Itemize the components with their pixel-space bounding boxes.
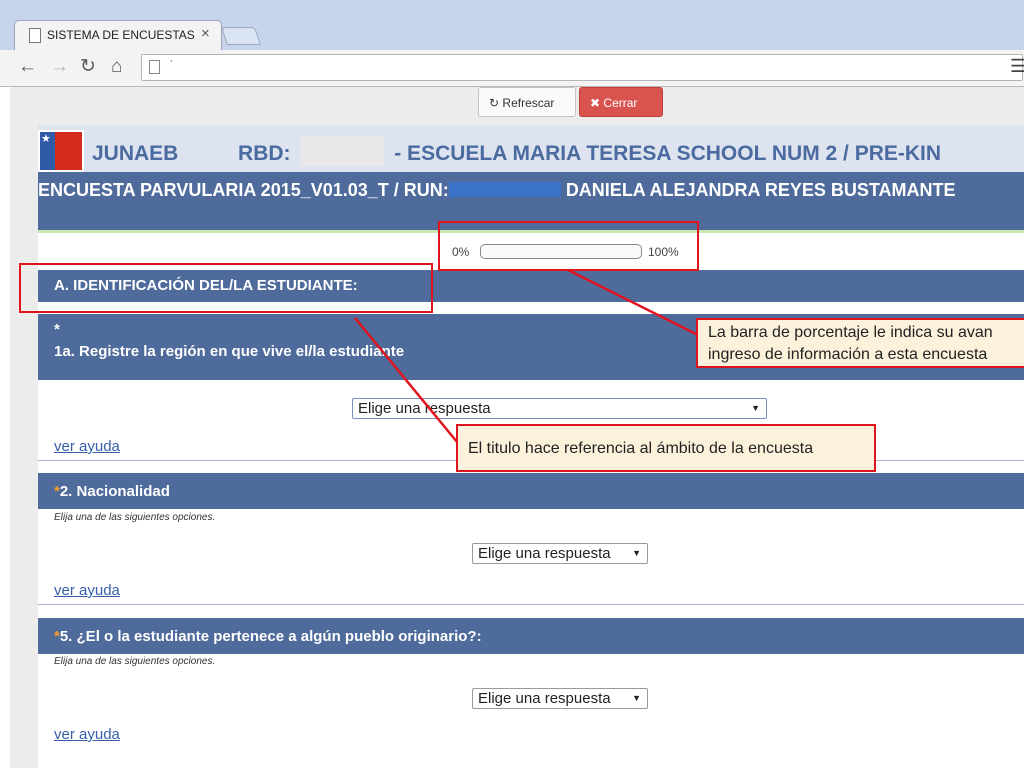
progress-callout-line-1: La barra de porcentaje le indica su avan	[708, 324, 993, 341]
title-callout-line	[354, 317, 463, 449]
title-callout: El titulo hace referencia al ámbito de l…	[456, 424, 876, 472]
progress-callout-line	[567, 268, 701, 338]
progress-callout: La barra de porcentaje le indica su avan…	[696, 318, 1024, 368]
annotation-lines	[354, 268, 701, 449]
title-callout-text: El titulo hace referencia al ámbito de l…	[468, 440, 814, 457]
progress-highlight-box	[438, 221, 699, 271]
section-highlight-box	[19, 263, 433, 313]
progress-callout-line-2: ingreso de información a esta encuesta	[708, 346, 988, 363]
